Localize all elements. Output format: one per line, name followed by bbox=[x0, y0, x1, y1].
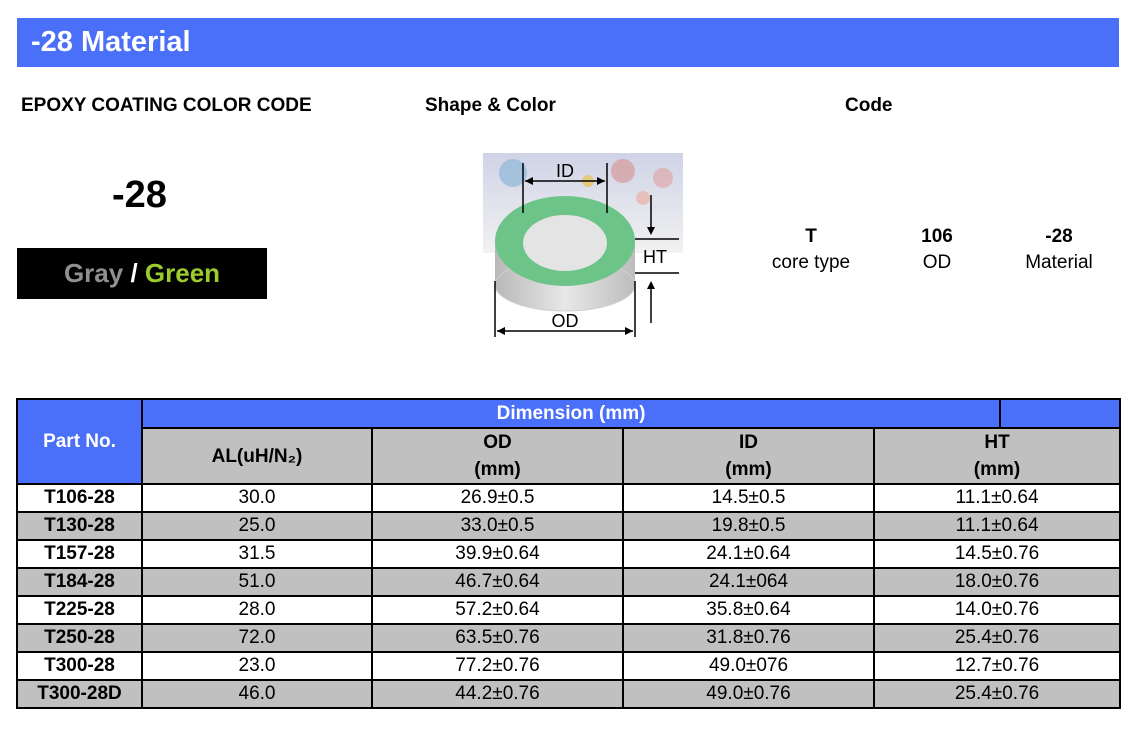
background-core bbox=[653, 168, 673, 188]
part-number: T157-28 bbox=[16, 539, 143, 569]
ht-value: 11.1±0.64 bbox=[872, 511, 1122, 541]
table-row: T106-28 30.0 26.9±0.5 14.5±0.5 11.1±0.64 bbox=[16, 483, 1122, 513]
code-od: 106 OD bbox=[872, 224, 1002, 276]
al-value: 72.0 bbox=[141, 623, 373, 653]
id-value: 19.8±0.5 bbox=[622, 511, 875, 541]
id-value: 31.8±0.76 bbox=[622, 623, 875, 653]
id-header: ID (mm) bbox=[622, 427, 875, 485]
ht-value: 11.1±0.64 bbox=[872, 483, 1122, 513]
part-no-header: Part No. bbox=[16, 398, 143, 485]
id-label: ID bbox=[556, 161, 574, 181]
code-label: OD bbox=[922, 252, 952, 273]
od-value: 57.2±0.64 bbox=[371, 595, 624, 625]
ht-value: 25.4±0.76 bbox=[872, 679, 1122, 709]
material-code: -28 bbox=[112, 174, 167, 216]
ht-value: 12.7±0.76 bbox=[872, 651, 1122, 681]
part-number: T300-28 bbox=[16, 651, 143, 681]
od-value: 26.9±0.5 bbox=[371, 483, 624, 513]
color-separator: / bbox=[123, 258, 145, 288]
od-label: OD bbox=[552, 311, 579, 331]
id-value: 49.0±0.76 bbox=[622, 679, 875, 709]
shape-color-header: Shape & Color bbox=[425, 95, 556, 116]
ht-label: HT bbox=[643, 247, 667, 267]
part-number: T250-28 bbox=[16, 623, 143, 653]
code-material: -28 Material bbox=[994, 224, 1124, 276]
od-header-label: OD bbox=[483, 432, 512, 453]
code-value: T bbox=[805, 226, 817, 247]
part-number: T106-28 bbox=[16, 483, 143, 513]
table-row: T157-28 31.5 39.9±0.64 24.1±0.64 14.5±0.… bbox=[16, 539, 1122, 569]
od-header-unit: (mm) bbox=[474, 459, 521, 480]
id-value: 14.5±0.5 bbox=[622, 483, 875, 513]
code-label: Material bbox=[1025, 252, 1093, 273]
background-core bbox=[611, 159, 635, 183]
part-number: T225-28 bbox=[16, 595, 143, 625]
id-value: 49.0±076 bbox=[622, 651, 875, 681]
core-hole bbox=[523, 215, 607, 271]
al-value: 46.0 bbox=[141, 679, 373, 709]
ht-header-label: HT bbox=[984, 432, 1010, 453]
toroid-core-diagram: ID HT OD bbox=[483, 153, 683, 343]
dimension-table: Part No. Dimension (mm) AL(uH/N₂) OD (mm)… bbox=[16, 398, 1122, 709]
part-number: T130-28 bbox=[16, 511, 143, 541]
color-code-badge: Gray / Green bbox=[17, 248, 267, 299]
ht-header-unit: (mm) bbox=[973, 459, 1021, 480]
code-header: Code bbox=[845, 95, 893, 116]
epoxy-color-header: EPOXY COATING COLOR CODE bbox=[21, 95, 312, 116]
color-green-label: Green bbox=[144, 258, 221, 288]
al-header: AL(uH/N₂) bbox=[141, 427, 373, 485]
code-value: -28 bbox=[1045, 226, 1073, 247]
table-row: T184-28 51.0 46.7±0.64 24.1±064 18.0±0.7… bbox=[16, 567, 1122, 597]
od-value: 46.7±0.64 bbox=[371, 567, 624, 597]
page-title: -28 Material bbox=[17, 18, 1119, 67]
ht-value: 14.0±0.76 bbox=[872, 595, 1122, 625]
id-header-unit: (mm) bbox=[725, 459, 772, 480]
al-value: 31.5 bbox=[141, 539, 373, 569]
part-number: T184-28 bbox=[16, 567, 143, 597]
part-number: T300-28D bbox=[16, 679, 143, 709]
od-value: 39.9±0.64 bbox=[371, 539, 624, 569]
background-core bbox=[636, 191, 650, 205]
ht-value: 25.4±0.76 bbox=[872, 623, 1122, 653]
code-value: 106 bbox=[921, 226, 953, 247]
table-row: T250-28 72.0 63.5±0.76 31.8±0.76 25.4±0.… bbox=[16, 623, 1122, 653]
al-value: 25.0 bbox=[141, 511, 373, 541]
ht-header: HT (mm) bbox=[872, 427, 1122, 485]
table-row: T130-28 25.0 33.0±0.5 19.8±0.5 11.1±0.64 bbox=[16, 511, 1122, 541]
al-value: 30.0 bbox=[141, 483, 373, 513]
al-value: 28.0 bbox=[141, 595, 373, 625]
id-value: 35.8±0.64 bbox=[622, 595, 875, 625]
ht-value: 18.0±0.76 bbox=[872, 567, 1122, 597]
dimension-header: Dimension (mm) bbox=[140, 398, 1002, 429]
color-gray-label: Gray bbox=[63, 258, 124, 288]
code-label: core type bbox=[771, 252, 851, 273]
id-value: 24.1±064 bbox=[622, 567, 875, 597]
ht-value: 14.5±0.76 bbox=[872, 539, 1122, 569]
od-value: 77.2±0.76 bbox=[371, 651, 624, 681]
od-value: 33.0±0.5 bbox=[371, 511, 624, 541]
table-row: T225-28 28.0 57.2±0.64 35.8±0.64 14.0±0.… bbox=[16, 595, 1122, 625]
table-row: T300-28D 46.0 44.2±0.76 49.0±0.76 25.4±0… bbox=[16, 679, 1122, 709]
al-value: 51.0 bbox=[141, 567, 373, 597]
od-value: 44.2±0.76 bbox=[371, 679, 624, 709]
code-core-type: T core type bbox=[746, 224, 876, 276]
al-value: 23.0 bbox=[141, 651, 373, 681]
table-row: T300-28 23.0 77.2±0.76 49.0±076 12.7±0.7… bbox=[16, 651, 1122, 681]
od-header: OD (mm) bbox=[371, 427, 624, 485]
id-header-label: ID bbox=[739, 432, 758, 453]
id-value: 24.1±0.64 bbox=[622, 539, 875, 569]
od-value: 63.5±0.76 bbox=[371, 623, 624, 653]
dimension-header-blank bbox=[999, 398, 1122, 429]
